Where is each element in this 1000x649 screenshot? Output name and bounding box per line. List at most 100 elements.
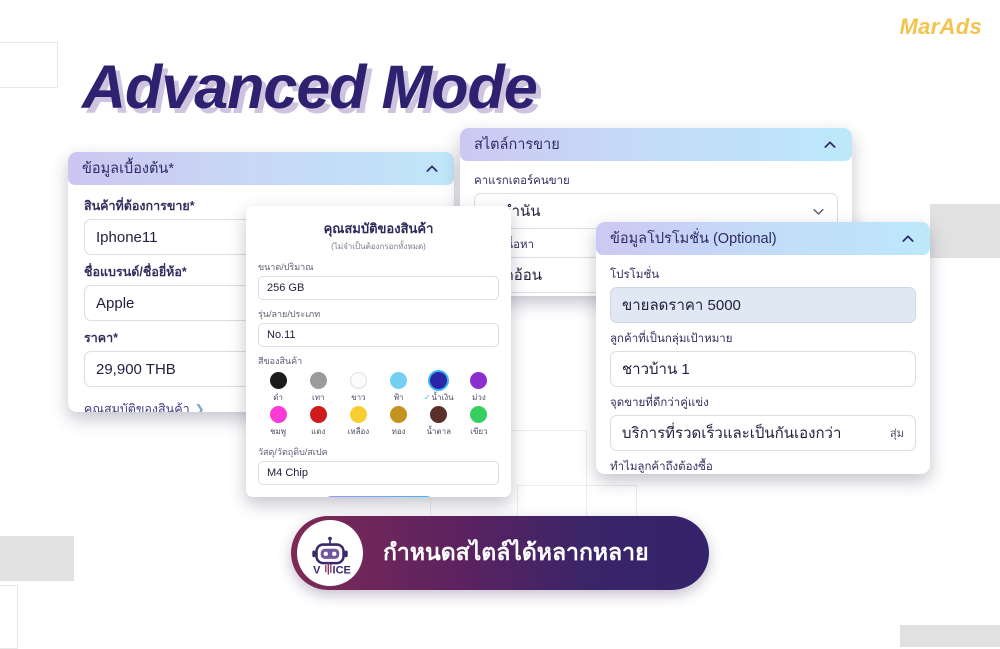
color-name: เทา	[311, 393, 325, 402]
color-swatch-dot	[349, 406, 367, 423]
bg-rect-bottomleft	[0, 536, 74, 581]
robot-voice-logo-icon: V ICE	[297, 520, 363, 586]
color-swatch-dot	[269, 406, 287, 423]
card-basic-header[interactable]: ข้อมูลเบื้องต้น*	[68, 152, 454, 185]
input-promotion[interactable]: ขายลดราคา 5000	[610, 287, 916, 323]
color-swatch[interactable]: ✓ น้ำเงิน	[419, 372, 459, 404]
label-size: ขนาด/ปริมาณ	[258, 262, 314, 272]
chevron-up-icon[interactable]	[424, 161, 440, 177]
color-name: แดง	[311, 427, 326, 436]
card-attributes-title: คุณสมบัติของสินค้า	[323, 221, 434, 236]
input-model-value: No.11	[267, 329, 296, 341]
label-model: รุ่น/ลาย/ประเภท	[258, 309, 321, 319]
color-swatch-dot	[470, 406, 488, 423]
color-swatch-dot	[470, 372, 488, 389]
label-seller-character: คาแรกเตอร์คนขาย	[474, 175, 570, 187]
input-selling-point-value: บริการที่รวดเร็วและเป็นกันเองกว่า	[622, 425, 842, 442]
color-swatch-label: ✓ น้ำเงิน	[424, 391, 454, 404]
color-swatch-label: แดง	[311, 425, 325, 438]
color-swatch-label: ชมพู	[270, 425, 286, 438]
color-swatch-dot	[390, 406, 408, 423]
input-model[interactable]: No.11	[258, 323, 499, 347]
color-swatch-dot	[430, 406, 448, 423]
color-swatch-label: ฟ้า	[394, 391, 404, 404]
color-name: ฟ้า	[393, 393, 404, 402]
color-name: น้ำตาล	[426, 427, 452, 436]
color-name: เขียว	[470, 427, 488, 436]
color-swatch-dot	[309, 406, 327, 423]
color-swatch-label: ม่วง	[472, 391, 486, 404]
color-name: ขาว	[351, 393, 366, 402]
svg-text:ICE: ICE	[333, 564, 351, 576]
chevron-up-icon[interactable]	[900, 231, 916, 247]
color-swatch-grid: ดำ เทา ขาว ฟ้า ✓ น้ำเงิน ม่วงชมพู แดง เหลือง ทอง น…	[258, 372, 499, 438]
color-swatch-dot	[269, 372, 287, 389]
input-target-customer[interactable]: ชาวบ้าน 1	[610, 351, 916, 387]
color-swatch-dot	[349, 372, 367, 389]
color-swatch[interactable]: น้ำตาล	[419, 406, 459, 438]
color-swatch-label: เขียว	[470, 425, 487, 438]
chevron-right-icon: ❯	[194, 402, 205, 412]
color-swatch-dot	[430, 372, 448, 389]
color-swatch[interactable]: เหลือง	[338, 406, 378, 438]
color-swatch[interactable]: เขียว	[459, 406, 499, 438]
color-swatch-label: ขาว	[351, 391, 365, 404]
color-swatch[interactable]: ทอง	[379, 406, 419, 438]
color-name: ดำ	[273, 393, 283, 402]
card-sell-style-header[interactable]: สไตล์การขาย	[460, 128, 852, 161]
color-swatch-dot	[390, 372, 408, 389]
label-spec: วัสดุ/วัตถุดิบ/สเปค	[258, 447, 328, 457]
color-swatch[interactable]: ฟ้า	[379, 372, 419, 404]
randomize-button-selling-point[interactable]: สุ่ม	[890, 424, 904, 442]
color-swatch[interactable]: ชมพู	[258, 406, 298, 438]
bg-outline-bottomleft	[0, 585, 18, 649]
input-spec[interactable]: M4 Chip	[258, 461, 499, 485]
input-selling-point[interactable]: บริการที่รวดเร็วและเป็นกันเองกว่า สุ่ม	[610, 415, 916, 451]
label-promotion: โปรโมชั่น	[610, 269, 660, 281]
color-name: ชมพู	[270, 427, 287, 436]
input-product-name-value: Iphone11	[96, 228, 158, 246]
bottom-banner: V ICE กำหนดสไตล์ได้หลากหลาย	[291, 516, 709, 590]
bg-rect-right	[930, 204, 1000, 258]
chevron-up-icon[interactable]	[822, 137, 838, 153]
card-product-attributes: คุณสมบัติของสินค้า (ไม่จำเป็นต้องกรอกทั้…	[246, 206, 511, 497]
color-swatch-label: เทา	[312, 391, 325, 404]
label-target-customer: ลูกค้าที่เป็นกลุ่มเป้าหมาย	[610, 333, 733, 345]
color-name: เหลือง	[347, 427, 370, 436]
input-brand-name-value: Apple	[96, 294, 135, 312]
page-title: Advanced Mode	[82, 53, 538, 121]
input-spec-value: M4 Chip	[267, 467, 308, 479]
card-promotion-header[interactable]: ข้อมูลโปรโมชั่น (Optional)	[596, 222, 930, 255]
color-swatch[interactable]: แดง	[298, 406, 338, 438]
card-sell-style-title: สไตล์การขาย	[474, 137, 560, 153]
banner-text: กำหนดสไตล์ได้หลากหลาย	[383, 539, 649, 565]
poster-stage: MarAds Advanced Mode ข้อมูลเบื้องต้น* สิ…	[0, 0, 1000, 649]
color-name: น้ำเงิน	[431, 393, 454, 402]
chevron-down-icon[interactable]	[811, 204, 826, 219]
input-target-customer-value: ชาวบ้าน 1	[622, 361, 690, 378]
color-swatch[interactable]: ม่วง	[459, 372, 499, 404]
color-swatch-label: ดำ	[273, 391, 283, 404]
card-promotion-title: ข้อมูลโปรโมชั่น (Optional)	[610, 231, 777, 247]
label-why-buy: ทำไมลูกค้าถึงต้องซื้อ	[610, 461, 713, 473]
submit-button[interactable]: ตกลง	[322, 496, 435, 497]
label-color: สีของสินค้า	[258, 356, 303, 366]
color-swatch[interactable]: ดำ	[258, 372, 298, 404]
card-promotion: ข้อมูลโปรโมชั่น (Optional) โปรโมชั่น ขาย…	[596, 222, 930, 474]
input-size[interactable]: 256 GB	[258, 276, 499, 300]
brand-logo: MarAds	[899, 14, 982, 39]
card-attributes-subtitle: (ไม่จำเป็นต้องกรอกทั้งหมด)	[331, 242, 426, 251]
color-swatch[interactable]: ขาว	[338, 372, 378, 404]
color-swatch-label: น้ำตาล	[426, 425, 451, 438]
color-swatch[interactable]: เทา	[298, 372, 338, 404]
label-selling-point: จุดขายที่ดีกว่าคู่แข่ง	[610, 397, 709, 409]
check-icon: ✓	[423, 393, 431, 402]
color-swatch-dot	[309, 372, 327, 389]
input-size-value: 256 GB	[267, 282, 305, 294]
color-name: ทอง	[391, 427, 406, 436]
color-name: ม่วง	[472, 393, 486, 402]
bg-outline-topleft	[0, 42, 58, 88]
card-basic-title: ข้อมูลเบื้องต้น*	[82, 161, 174, 177]
color-swatch-label: เหลือง	[348, 425, 370, 438]
bg-rect-bottomright	[900, 625, 1000, 647]
